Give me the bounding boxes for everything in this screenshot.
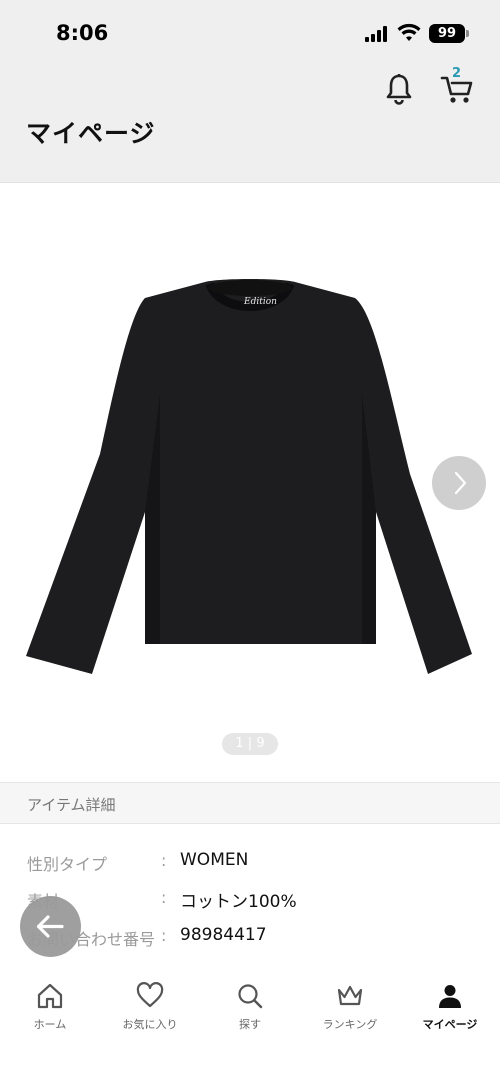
detail-separator: : <box>161 851 167 870</box>
detail-value: WOMEN <box>180 850 249 870</box>
screen: 8:06 99 2 マイページ Edition 1 | 9 アイテム詳細 性別タ… <box>0 0 500 1080</box>
item-details-header: アイテム詳細 <box>0 782 500 824</box>
status-time: 8:06 <box>56 21 109 45</box>
nav-label: ホーム <box>33 1018 67 1031</box>
chevron-right-icon <box>454 471 467 495</box>
battery-indicator: 99 <box>429 24 465 43</box>
heart-icon <box>136 982 164 1008</box>
nav-label: 探す <box>239 1018 261 1031</box>
detail-value: コットン100% <box>180 892 297 912</box>
detail-label: 性別タイプ <box>27 855 108 874</box>
detail-row-gender: 性別タイプ : WOMEN <box>0 847 500 877</box>
detail-separator: : <box>161 888 167 907</box>
bell-icon[interactable] <box>384 73 414 105</box>
wifi-icon <box>397 23 421 41</box>
crown-icon <box>337 985 363 1006</box>
nav-home[interactable]: ホーム <box>0 966 100 1046</box>
cart-icon[interactable] <box>440 73 474 105</box>
nav-label: お気に入り <box>122 1018 178 1031</box>
section-title: アイテム詳細 <box>27 796 116 814</box>
battery-tip <box>466 30 469 37</box>
home-icon <box>37 983 63 1009</box>
detail-value: 98984417 <box>180 925 267 945</box>
nav-search[interactable]: 探す <box>200 966 300 1046</box>
nav-mypage[interactable]: マイページ <box>400 966 500 1046</box>
arrow-left-icon <box>36 915 64 938</box>
header: 8:06 99 2 マイページ <box>0 0 500 183</box>
search-icon <box>238 984 263 1009</box>
svg-text:Edition: Edition <box>243 297 277 307</box>
product-image: Edition <box>26 279 472 674</box>
user-icon <box>439 985 461 1008</box>
product-gallery[interactable]: Edition 1 | 9 <box>0 184 500 780</box>
image-pager: 1 | 9 <box>222 733 278 755</box>
nav-label: マイページ <box>422 1018 478 1031</box>
next-image-button[interactable] <box>432 456 486 510</box>
page-title: マイページ <box>26 119 156 148</box>
nav-ranking[interactable]: ランキング <box>300 966 400 1046</box>
back-button[interactable] <box>20 896 81 957</box>
signal-icon <box>365 26 389 42</box>
detail-separator: : <box>161 926 167 945</box>
bottom-nav: ホーム お気に入り 探す ランキング マイページ <box>0 966 500 1080</box>
nav-favorites[interactable]: お気に入り <box>100 966 200 1046</box>
nav-label: ランキング <box>322 1018 378 1031</box>
